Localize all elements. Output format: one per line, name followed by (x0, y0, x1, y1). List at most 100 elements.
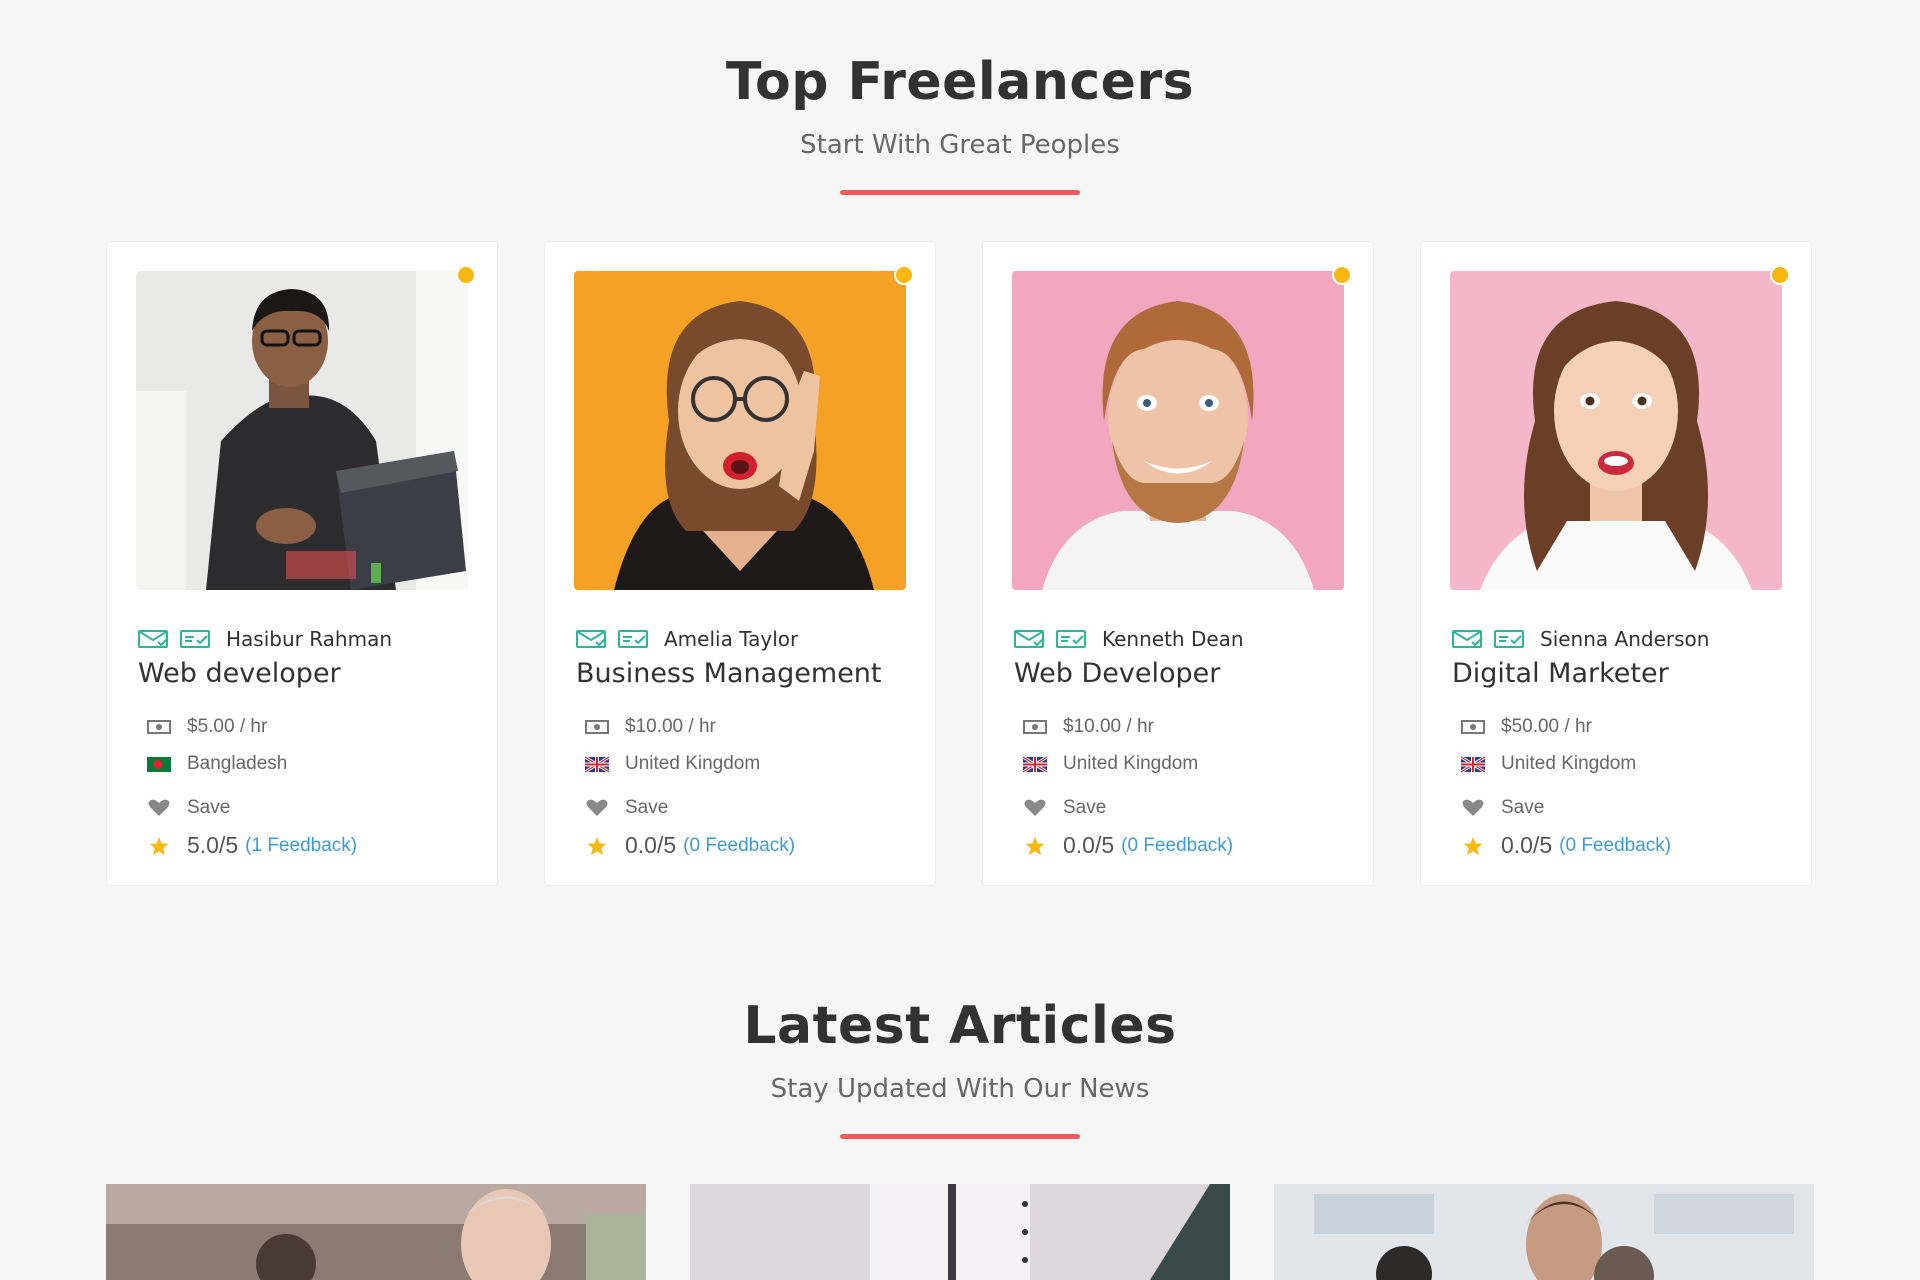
rating: 0.0/5 (0 Feedback) (585, 832, 795, 859)
money-icon (147, 720, 171, 734)
save-label[interactable]: Save (187, 797, 230, 819)
freelancer-photo-image (1012, 271, 1344, 590)
id-verified-icon (1494, 630, 1524, 648)
email-verified-icon (138, 630, 169, 648)
star-icon (587, 836, 607, 855)
bangladesh-flag-icon (147, 757, 171, 772)
star-icon (1025, 836, 1045, 855)
money-icon (1461, 720, 1485, 734)
star-icon (1463, 836, 1483, 855)
heart-icon[interactable] (585, 798, 609, 818)
hourly-rate: $10.00 / hr (585, 716, 716, 738)
location-value: United Kingdom (1501, 753, 1637, 774)
freelancer-photo-image (1450, 271, 1782, 590)
heart-icon[interactable] (147, 798, 171, 818)
freelancer-card[interactable]: Amelia Taylor Business Management $10.00… (544, 241, 936, 886)
freelancer-role[interactable]: Business Management (576, 658, 882, 689)
freelancer-photo[interactable] (136, 271, 468, 590)
hourly-rate-value: $5.00 / hr (187, 716, 268, 737)
location: United Kingdom (1461, 753, 1636, 775)
section-subtitle: Stay Updated With Our News (770, 1074, 1150, 1104)
rating-value: 5.0/5 (187, 832, 239, 858)
freelancer-card[interactable]: Sienna Anderson Digital Marketer $50.00 … (1420, 241, 1812, 886)
id-verified-icon (180, 630, 210, 648)
article-image-graphic (1274, 1184, 1814, 1280)
top-freelancers-header: Top Freelancers Start With Great Peoples (0, 52, 1920, 195)
id-verified-icon (1056, 630, 1086, 648)
location: Bangladesh (147, 753, 287, 775)
latest-articles-header: Latest Articles Stay Updated With Our Ne… (0, 996, 1920, 1139)
section-divider (840, 190, 1080, 195)
money-icon (1023, 720, 1047, 734)
freelancer-role[interactable]: Web Developer (1014, 658, 1220, 689)
email-verified-icon (1014, 630, 1045, 648)
location: United Kingdom (1023, 753, 1198, 775)
section-title: Latest Articles (743, 996, 1177, 1056)
save-label[interactable]: Save (1501, 797, 1544, 819)
online-status-dot (1332, 265, 1352, 285)
card-meta-row: Amelia Taylor (576, 627, 798, 651)
online-status-dot (1770, 265, 1790, 285)
freelancer-role[interactable]: Digital Marketer (1452, 658, 1669, 689)
rating: 0.0/5 (0 Feedback) (1023, 832, 1233, 859)
id-verified-icon (618, 630, 648, 648)
freelancer-name[interactable]: Hasibur Rahman (226, 627, 392, 651)
save-label[interactable]: Save (1063, 797, 1106, 819)
feedback-link[interactable]: (0 Feedback) (1121, 835, 1233, 857)
uk-flag-icon (1461, 755, 1485, 774)
article-image[interactable] (106, 1184, 646, 1280)
star-icon (149, 836, 169, 855)
rating-value: 0.0/5 (1501, 832, 1553, 858)
rating: 0.0/5 (0 Feedback) (1461, 832, 1671, 859)
article-image[interactable] (1274, 1184, 1814, 1280)
rating-value: 0.0/5 (1063, 832, 1115, 858)
article-image-graphic (106, 1184, 646, 1280)
hourly-rate: $5.00 / hr (147, 716, 267, 738)
email-verified-icon (1452, 630, 1483, 648)
article-list (106, 1184, 1814, 1280)
freelancer-card[interactable]: Kenneth Dean Web Developer $10.00 / hr U… (982, 241, 1374, 886)
freelancer-photo[interactable] (1450, 271, 1782, 590)
freelancer-name[interactable]: Kenneth Dean (1102, 627, 1244, 651)
heart-icon[interactable] (1023, 798, 1047, 818)
section-subtitle: Start With Great Peoples (800, 130, 1120, 160)
hourly-rate: $50.00 / hr (1461, 716, 1592, 738)
freelancer-name[interactable]: Sienna Anderson (1540, 627, 1709, 651)
freelancer-name[interactable]: Amelia Taylor (664, 627, 798, 651)
card-meta-row: Hasibur Rahman (138, 627, 392, 651)
article-image-graphic (690, 1184, 1230, 1280)
rating: 5.0/5 (1 Feedback) (147, 832, 357, 859)
hourly-rate-value: $10.00 / hr (1063, 716, 1154, 737)
freelancer-photo-image (136, 271, 468, 590)
feedback-link[interactable]: (0 Feedback) (1559, 835, 1671, 857)
save-button[interactable]: Save (1461, 797, 1544, 819)
heart-icon[interactable] (1461, 798, 1485, 818)
online-status-dot (456, 265, 476, 285)
article-image[interactable] (690, 1184, 1230, 1280)
save-button[interactable]: Save (147, 797, 230, 819)
save-button[interactable]: Save (1023, 797, 1106, 819)
hourly-rate-value: $10.00 / hr (625, 716, 716, 737)
feedback-link[interactable]: (0 Feedback) (683, 835, 795, 857)
online-status-dot (894, 265, 914, 285)
save-label[interactable]: Save (625, 797, 668, 819)
freelancer-photo[interactable] (1012, 271, 1344, 590)
freelancer-role[interactable]: Web developer (138, 658, 341, 689)
freelancer-card-list: Hasibur Rahman Web developer $5.00 / hr … (106, 241, 1814, 886)
location-value: United Kingdom (625, 753, 761, 774)
freelancer-card[interactable]: Hasibur Rahman Web developer $5.00 / hr … (106, 241, 498, 886)
section-title: Top Freelancers (725, 52, 1195, 112)
money-icon (585, 720, 609, 734)
feedback-link[interactable]: (1 Feedback) (245, 835, 357, 857)
location-value: United Kingdom (1063, 753, 1199, 774)
save-button[interactable]: Save (585, 797, 668, 819)
hourly-rate: $10.00 / hr (1023, 716, 1154, 738)
location: United Kingdom (585, 753, 760, 775)
location-value: Bangladesh (187, 753, 288, 774)
email-verified-icon (576, 630, 607, 648)
uk-flag-icon (1023, 755, 1047, 774)
card-meta-row: Sienna Anderson (1452, 627, 1709, 651)
freelancer-photo[interactable] (574, 271, 906, 590)
card-meta-row: Kenneth Dean (1014, 627, 1244, 651)
uk-flag-icon (585, 755, 609, 774)
